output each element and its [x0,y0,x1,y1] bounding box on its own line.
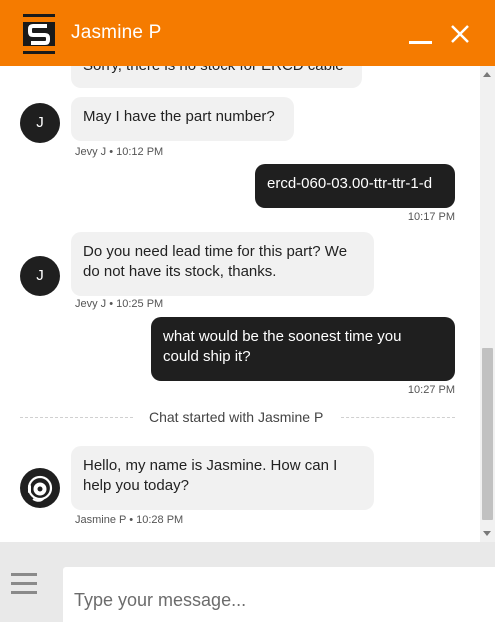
avatar: J [20,256,60,296]
message-meta: 10:27 PM [407,384,455,396]
message-bubble: Sorry, there is no stock for ERCD cable [71,66,362,88]
divider-line [20,417,133,418]
divider-line [341,417,455,418]
message-meta: 10:17 PM [407,211,455,223]
message-list[interactable]: Sorry, there is no stock for ERCD cable … [0,66,480,542]
agent-headset-icon [20,468,60,508]
chat-started-divider: Chat started with Jasmine P [149,409,324,425]
minimize-button[interactable] [404,20,436,48]
message-meta: Jevy J • 10:25 PM [75,298,164,310]
message-meta: Jasmine P • 10:28 PM [75,514,184,526]
chat-title: Jasmine P [71,22,162,43]
message-meta: Jevy J • 10:12 PM [75,146,164,158]
scroll-down-arrow-icon[interactable] [483,531,491,536]
stacked-s-logo-icon [23,14,55,54]
message-bubble: ercd-060-03.00-ttr-ttr-1-d [255,164,455,208]
message-bubble: Hello, my name is Jasmine. How can I hel… [71,446,374,510]
minimize-icon [409,41,432,44]
scrollbar[interactable] [480,66,495,542]
avatar: J [20,103,60,143]
close-button[interactable] [448,22,472,46]
hamburger-menu-icon[interactable] [11,573,37,595]
chat-header: Jasmine P [0,0,495,66]
close-icon [451,25,469,43]
message-bubble: May I have the part number? [71,97,294,141]
message-input[interactable] [63,567,495,622]
message-bubble: what would be the soonest time you could… [151,317,455,381]
scroll-up-arrow-icon[interactable] [483,72,491,77]
scrollbar-thumb[interactable] [482,348,493,520]
message-bubble: Do you need lead time for this part? We … [71,232,374,296]
